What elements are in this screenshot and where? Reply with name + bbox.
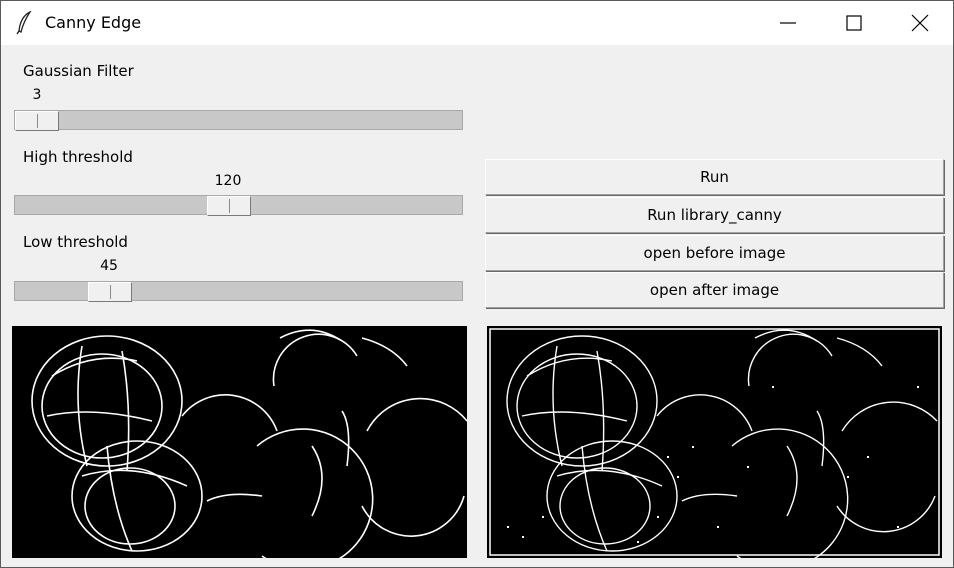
open-after-image-button[interactable]: open after image: [485, 272, 944, 308]
high-threshold-label: High threshold: [23, 148, 133, 166]
edge-image-right: [489, 328, 940, 568]
close-button[interactable]: [887, 1, 953, 45]
high-threshold-slider[interactable]: [14, 195, 463, 216]
window-title: Canny Edge: [45, 13, 142, 32]
run-library-canny-button[interactable]: Run library_canny: [485, 197, 944, 233]
gaussian-filter-value: 3: [32, 87, 42, 103]
minimize-icon: [780, 22, 796, 24]
gaussian-filter-label: Gaussian Filter: [23, 62, 134, 80]
low-threshold-slider[interactable]: [14, 281, 463, 302]
app-window: Canny Edge Gaussian Filter 3 High thresh…: [0, 0, 954, 568]
open-before-image-button[interactable]: open before image: [485, 235, 944, 271]
low-threshold-value: 45: [100, 258, 118, 274]
high-threshold-value: 120: [214, 173, 242, 189]
before-image-canvas: [12, 326, 468, 568]
maximize-icon: [846, 15, 862, 31]
low-threshold-slider-thumb[interactable]: [88, 282, 132, 302]
after-image-canvas: [487, 326, 942, 568]
gaussian-filter-slider[interactable]: [14, 110, 463, 131]
high-threshold-slider-thumb[interactable]: [207, 196, 251, 216]
maximize-button[interactable]: [821, 1, 887, 45]
title-bar: Canny Edge: [1, 1, 953, 45]
feather-icon: [16, 11, 32, 35]
minimize-button[interactable]: [755, 1, 821, 45]
edge-image-left: [31, 329, 468, 568]
gaussian-filter-slider-thumb[interactable]: [15, 111, 59, 131]
low-threshold-label: Low threshold: [23, 233, 128, 251]
run-button[interactable]: Run: [485, 159, 944, 195]
close-icon: [911, 14, 929, 32]
